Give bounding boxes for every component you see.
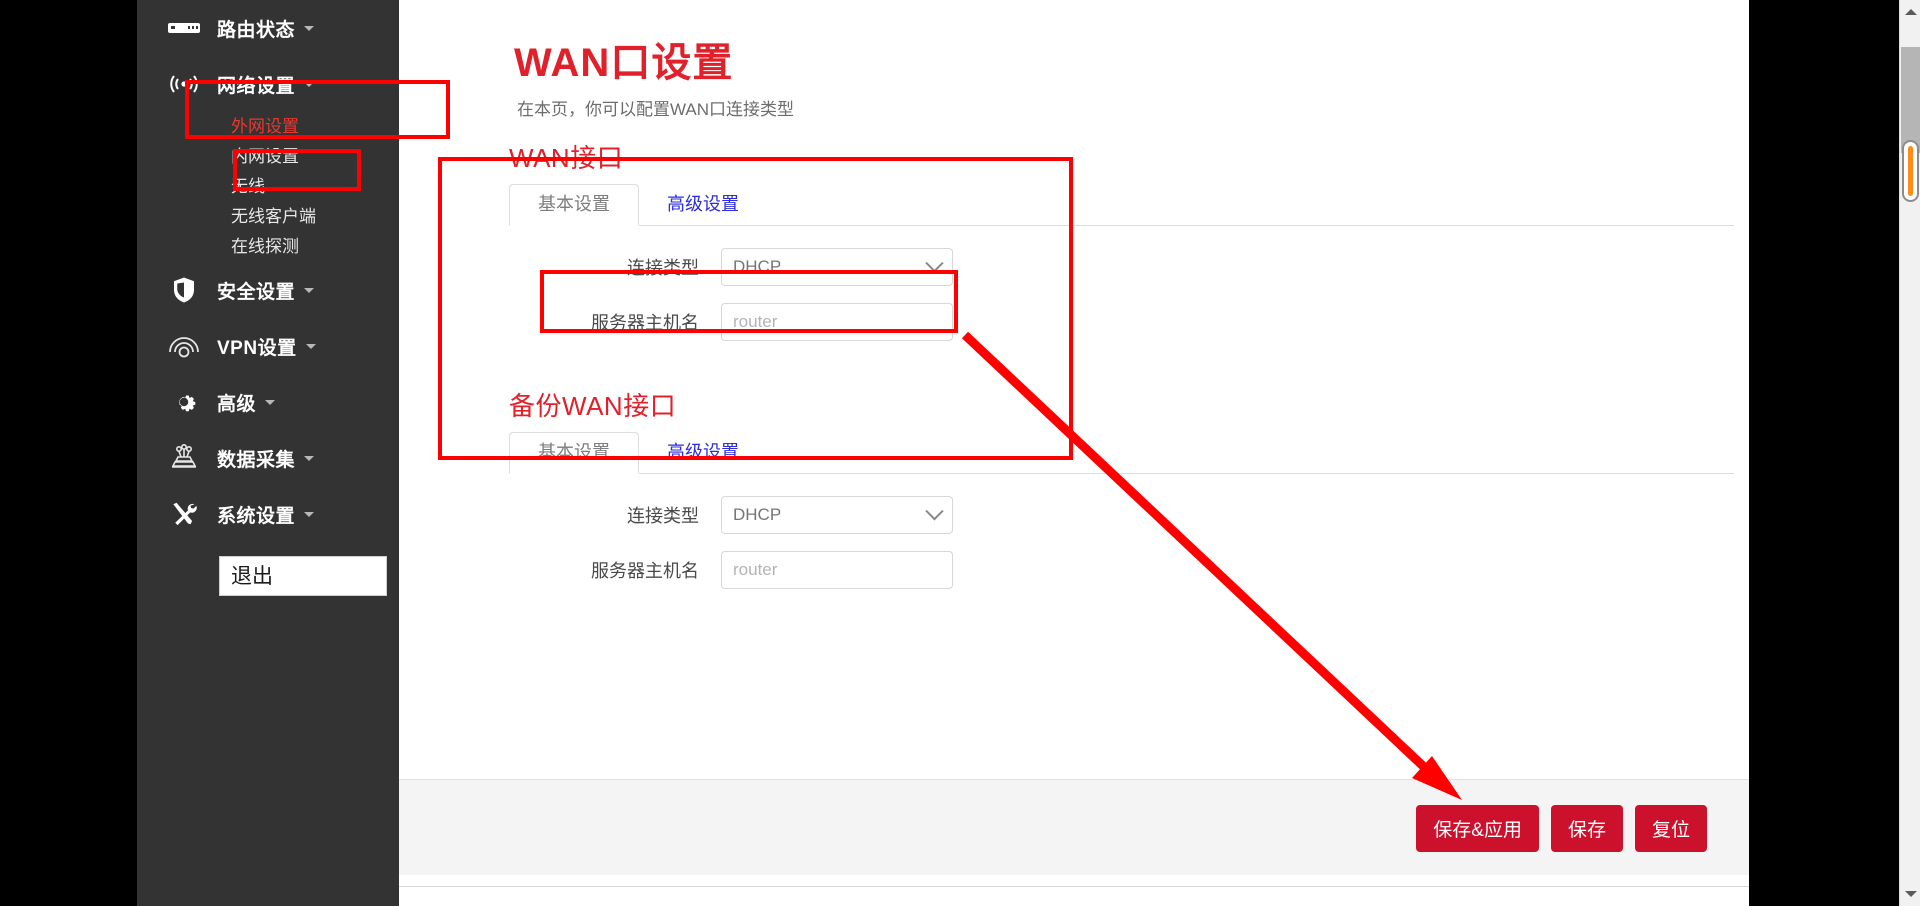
scrollbar-thumb[interactable] (1902, 140, 1919, 202)
wan-hostname-label: 服务器主机名 (591, 313, 699, 333)
tab-wan-basic[interactable]: 基本设置 (509, 184, 639, 226)
sidebar-subitem-wireless[interactable]: 无线 (137, 172, 399, 202)
gear-icon (165, 388, 203, 416)
backup-wan-conn-type-value: DHCP (733, 505, 782, 524)
sidebar-item-security-settings[interactable]: 安全设置 (137, 262, 399, 318)
sidebar-subitem-wireless-client[interactable]: 无线客户端 (137, 202, 399, 232)
page-title: WAN口设置 (514, 41, 734, 85)
wan-section-title: WAN接口 (509, 143, 624, 173)
sidebar-item-label: 安全设置 (217, 281, 296, 303)
sidebar-item-router-status[interactable]: 路由状态 (137, 0, 399, 56)
footer-buttons: 保存&应用 保存 复位 (1416, 805, 1707, 852)
backup-wan-hostname-input[interactable]: router (721, 551, 953, 589)
logout-wrapper: 退出 (137, 542, 399, 596)
tab-wan-advanced[interactable]: 高级设置 (639, 185, 767, 225)
sidebar-item-label: VPN设置 (217, 337, 297, 359)
chevron-down-icon (265, 399, 276, 405)
tab-backup-wan-basic[interactable]: 基本设置 (509, 432, 639, 474)
backup-wan-section: 备份WAN接口 基本设置 高级设置 连接类型 DHCP 服务器主机名 route… (509, 386, 1734, 616)
wan-tabs: 基本设置 高级设置 (509, 183, 1734, 226)
wan-conn-type-row: 连接类型 DHCP (509, 248, 1734, 286)
data-collect-icon (165, 444, 203, 472)
chevron-down-icon (925, 253, 944, 272)
bottom-strip (399, 875, 1749, 906)
chevron-down-icon (304, 455, 315, 461)
wan-conn-type-value: DHCP (733, 257, 782, 276)
sidebar-item-label: 系统设置 (217, 505, 296, 527)
shield-icon (165, 276, 203, 304)
scrollbar-thumb-fill (1908, 146, 1913, 196)
sidebar-item-data-collection[interactable]: 数据采集 (137, 430, 399, 486)
scroll-down-button[interactable] (1900, 884, 1920, 904)
network-signal-icon (165, 70, 203, 98)
wan-form: 连接类型 DHCP 服务器主机名 router (509, 226, 1734, 368)
page-scrollbar[interactable] (1899, 0, 1920, 906)
wan-conn-type-select[interactable]: DHCP (721, 248, 953, 286)
wan-hostname-row: 服务器主机名 router (509, 303, 1734, 341)
backup-wan-conn-type-label: 连接类型 (627, 506, 699, 526)
wan-hostname-input[interactable]: router (721, 303, 953, 341)
action-footer: 保存&应用 保存 复位 (399, 779, 1749, 875)
sidebar-item-advanced[interactable]: 高级 (137, 374, 399, 430)
network-submenu: 外网设置 内网设置 无线 无线客户端 在线探测 (137, 112, 399, 262)
backup-wan-hostname-row: 服务器主机名 router (509, 551, 1734, 589)
sidebar-item-network-settings[interactable]: 网络设置 (137, 56, 399, 112)
bottom-divider (399, 886, 1749, 887)
backup-wan-form: 连接类型 DHCP 服务器主机名 router (509, 474, 1734, 616)
sidebar: 路由状态 网络设置 外网设置 内网设置 无线 无线客户端 在线探测 安全设置 V… (137, 0, 399, 906)
router-status-icon (165, 14, 203, 42)
backup-wan-conn-type-row: 连接类型 DHCP (509, 496, 1734, 534)
sidebar-item-label: 网络设置 (217, 75, 296, 97)
backup-wan-conn-type-select[interactable]: DHCP (721, 496, 953, 534)
scroll-up-button[interactable] (1900, 2, 1920, 22)
main-content: WAN口设置 在本页，你可以配置WAN口连接类型 WAN接口 基本设置 高级设置… (399, 0, 1749, 890)
triangle-down-icon (1904, 891, 1917, 897)
chevron-down-icon (305, 343, 316, 349)
backup-wan-hostname-label: 服务器主机名 (591, 561, 699, 581)
sidebar-subitem-online-probe[interactable]: 在线探测 (137, 232, 399, 262)
sidebar-item-label: 高级 (217, 393, 257, 415)
tools-icon (165, 500, 203, 528)
sidebar-nav: 路由状态 网络设置 外网设置 内网设置 无线 无线客户端 在线探测 安全设置 V… (137, 0, 399, 596)
wan-conn-type-label: 连接类型 (627, 258, 699, 278)
page-subtitle: 在本页，你可以配置WAN口连接类型 (517, 100, 795, 119)
reset-button[interactable]: 复位 (1634, 805, 1707, 852)
wan-section: WAN接口 基本设置 高级设置 连接类型 DHCP 服务器主机名 router (509, 138, 1734, 368)
left-black-gutter (0, 0, 137, 906)
sidebar-item-system-settings[interactable]: 系统设置 (137, 486, 399, 542)
chevron-down-icon (304, 287, 315, 293)
tab-backup-wan-advanced[interactable]: 高级设置 (639, 433, 767, 473)
chevron-down-icon (304, 25, 315, 31)
backup-wan-tabs: 基本设置 高级设置 (509, 431, 1734, 474)
vpn-eye-icon (165, 332, 203, 360)
sidebar-item-label: 路由状态 (217, 19, 296, 41)
backup-wan-section-title: 备份WAN接口 (509, 391, 677, 421)
sidebar-item-label: 数据采集 (217, 449, 296, 471)
sidebar-item-vpn-settings[interactable]: VPN设置 (137, 318, 399, 374)
chevron-down-icon (304, 511, 315, 517)
logout-button[interactable]: 退出 (219, 556, 387, 596)
sidebar-subitem-wan-settings[interactable]: 外网设置 (137, 112, 399, 142)
chevron-down-icon (925, 501, 944, 520)
app-screen: 路由状态 网络设置 外网设置 内网设置 无线 无线客户端 在线探测 安全设置 V… (0, 0, 1920, 906)
page-header: WAN口设置 在本页，你可以配置WAN口连接类型 (399, 0, 1749, 120)
chevron-down-icon (304, 81, 315, 87)
save-apply-button[interactable]: 保存&应用 (1416, 805, 1539, 852)
triangle-up-icon (1904, 9, 1917, 15)
sidebar-subitem-lan-settings[interactable]: 内网设置 (137, 142, 399, 172)
scrollbar-track-upper[interactable] (1901, 47, 1920, 153)
save-button[interactable]: 保存 (1550, 805, 1623, 852)
